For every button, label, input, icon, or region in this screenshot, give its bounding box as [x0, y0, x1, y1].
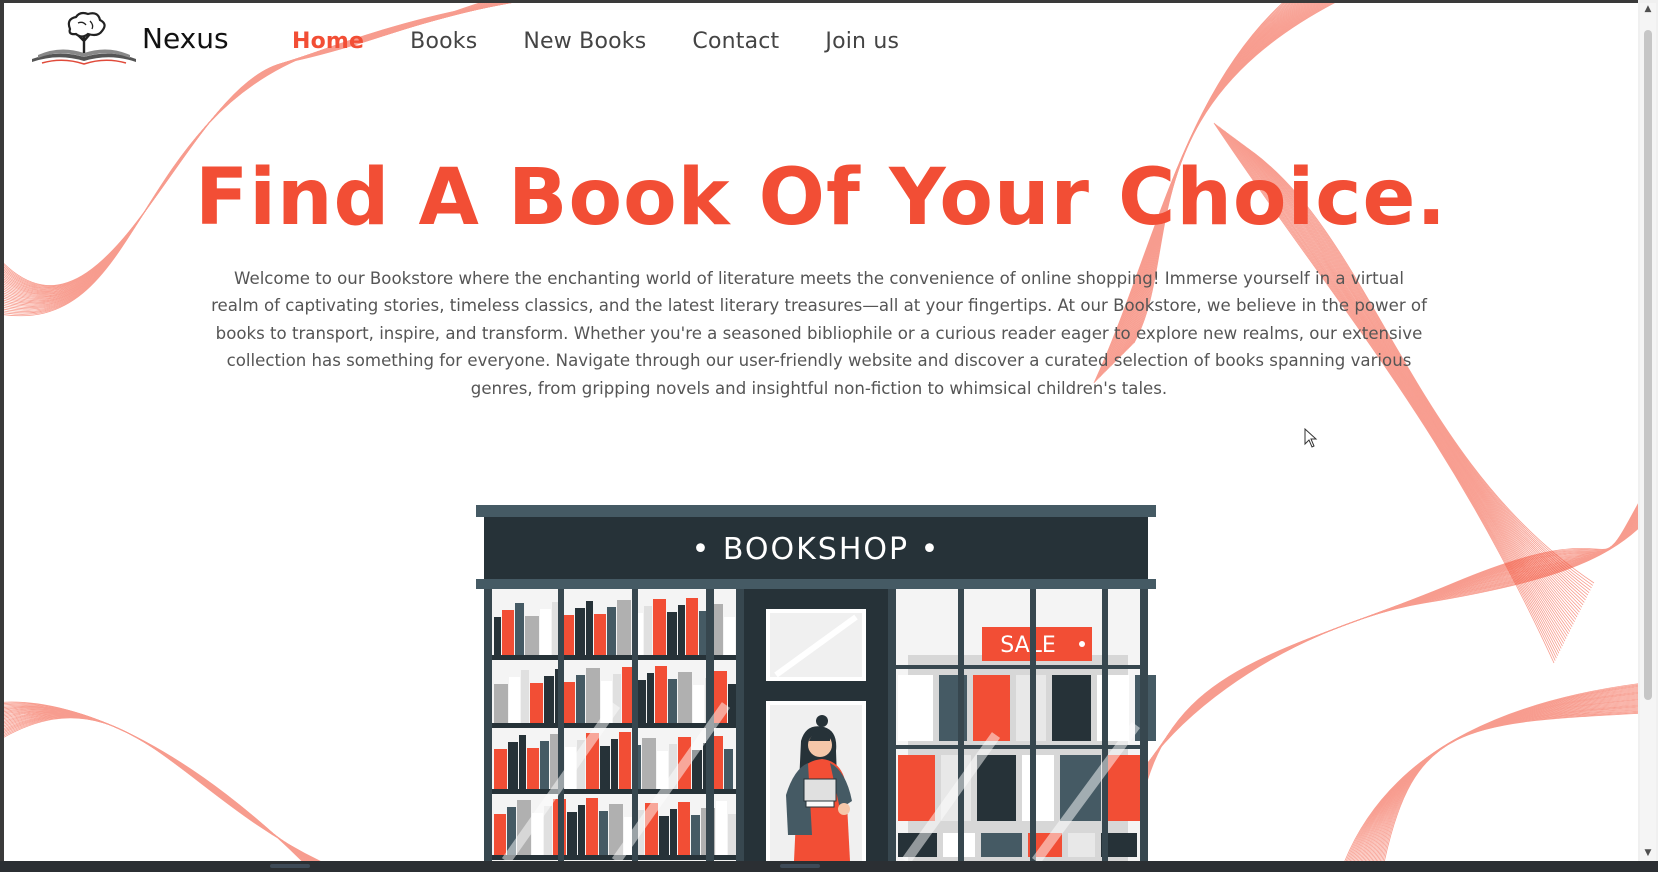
scroll-down-arrow-icon[interactable]: ▼	[1643, 848, 1653, 858]
brand-name: Nexus	[142, 21, 229, 55]
book-tree-icon	[32, 11, 136, 65]
bookshop-sign: • BOOKSHOP •	[692, 532, 941, 567]
nav-join-us[interactable]: Join us	[825, 29, 899, 54]
nav-new-books[interactable]: New Books	[523, 29, 646, 54]
nav-home[interactable]: Home	[292, 29, 364, 54]
scrollbar-thumb[interactable]	[1644, 30, 1652, 700]
taskbar-item[interactable]	[780, 864, 820, 868]
taskbar-item[interactable]	[270, 864, 310, 868]
main-nav: Home Books New Books Contact Join us	[292, 29, 899, 54]
bookshop-illustration: • BOOKSHOP • SALE	[476, 505, 1156, 861]
scroll-up-arrow-icon[interactable]: ▲	[1643, 4, 1653, 14]
nav-contact[interactable]: Contact	[692, 29, 779, 54]
mouse-cursor-icon	[1304, 428, 1318, 448]
brand-logo[interactable]: Nexus	[28, 11, 229, 69]
taskbar-strip	[0, 861, 1658, 872]
hero-description: Welcome to our Bookstore where the encha…	[211, 269, 1427, 398]
hero-title: Find A Book Of Your Choice.	[194, 153, 1448, 243]
browser-viewport: Nexus Home Books New Books Contact Join …	[4, 3, 1638, 861]
sale-sign: SALE	[1000, 633, 1056, 658]
nav-books[interactable]: Books	[410, 29, 477, 54]
